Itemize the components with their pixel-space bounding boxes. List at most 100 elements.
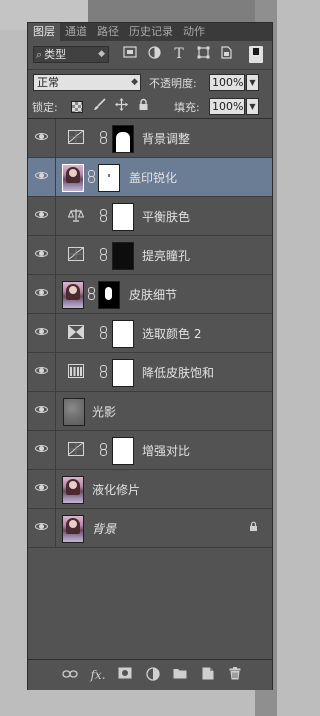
divider: [55, 431, 56, 469]
visibility-eye-icon[interactable]: [35, 482, 49, 494]
visibility-eye-icon[interactable]: [35, 365, 49, 377]
layer-mask-thumbnail[interactable]: [112, 125, 134, 153]
lock-transparent-pixels-icon[interactable]: [71, 101, 83, 113]
curves-adjustment-icon: [68, 442, 84, 458]
new-layer-icon[interactable]: [200, 667, 216, 683]
blend-mode-value: 正常: [37, 76, 59, 89]
layer-mask-thumbnail[interactable]: [98, 164, 120, 192]
tab-history[interactable]: 历史记录: [124, 23, 178, 41]
selective-color-icon: [68, 325, 84, 341]
tab-actions[interactable]: 动作: [178, 23, 210, 41]
visibility-eye-icon[interactable]: [35, 326, 49, 338]
mask-link-icon[interactable]: [98, 443, 107, 457]
shape-filter-icon[interactable]: [195, 46, 211, 62]
layer-name[interactable]: 光影: [92, 403, 116, 420]
layer-style-fx-icon[interactable]: fx.: [90, 667, 106, 683]
lock-all-icon[interactable]: [136, 98, 150, 112]
layer-row[interactable]: 提亮瞳孔: [28, 236, 272, 275]
opacity-field[interactable]: 100%: [209, 74, 245, 91]
filter-kind-select[interactable]: ⌕ 类型 ◆: [33, 46, 109, 63]
layer-row[interactable]: 皮肤细节: [28, 275, 272, 314]
visibility-eye-icon[interactable]: [35, 443, 49, 455]
blend-mode-select[interactable]: 正常 ◆: [33, 74, 141, 91]
visibility-eye-icon[interactable]: [35, 521, 49, 533]
lock-position-icon[interactable]: [114, 98, 128, 112]
layer-mask-thumbnail[interactable]: [112, 359, 134, 387]
fill-dropdown-arrow[interactable]: ▼: [246, 98, 259, 115]
layer-row[interactable]: 增强对比: [28, 431, 272, 470]
visibility-eye-icon[interactable]: [35, 131, 49, 143]
layer-name[interactable]: 盖印锐化: [129, 169, 177, 186]
layer-name[interactable]: 背景调整: [142, 130, 190, 147]
layer-name[interactable]: 液化修片: [92, 481, 140, 498]
layer-row-background[interactable]: 背景: [28, 509, 272, 548]
layer-name[interactable]: 背景: [92, 520, 116, 537]
divider: [55, 353, 56, 391]
chevron-down-icon: ◆: [131, 77, 138, 87]
visibility-eye-icon[interactable]: [35, 248, 49, 260]
layer-name[interactable]: 提亮瞳孔: [142, 247, 190, 264]
layer-row[interactable]: 降低皮肤饱和: [28, 353, 272, 392]
add-mask-icon[interactable]: [117, 667, 133, 683]
visibility-eye-icon[interactable]: [35, 209, 49, 221]
layer-mask-thumbnail[interactable]: [112, 320, 134, 348]
layer-row-selected[interactable]: 盖印锐化: [28, 158, 272, 197]
layer-name[interactable]: 降低皮肤饱和: [142, 364, 214, 381]
color-balance-icon: [67, 208, 85, 224]
layers-panel: 图层 通道 路径 历史记录 动作 ⌕ 类型 ◆ T 正常 ◆ 不透明度: 100…: [27, 22, 273, 690]
tab-paths[interactable]: 路径: [92, 23, 124, 41]
smart-object-filter-icon[interactable]: [218, 46, 234, 62]
lock-label: 锁定:: [32, 101, 58, 114]
tab-channels[interactable]: 通道: [60, 23, 92, 41]
new-group-folder-icon[interactable]: [172, 667, 188, 683]
layer-mask-thumbnail[interactable]: [112, 437, 134, 465]
layer-mask-thumbnail[interactable]: [98, 281, 120, 309]
layer-lock-icon: [249, 521, 258, 535]
layer-name[interactable]: 增强对比: [142, 442, 190, 459]
layer-row[interactable]: 光影: [28, 392, 272, 431]
opacity-dropdown-arrow[interactable]: ▼: [246, 74, 259, 91]
adjustment-filter-icon[interactable]: [146, 46, 162, 62]
layer-mask-thumbnail[interactable]: [112, 203, 134, 231]
divider: [55, 197, 56, 235]
visibility-eye-icon[interactable]: [35, 170, 49, 182]
filter-toggle-switch[interactable]: [249, 46, 263, 63]
opacity-label: 不透明度:: [149, 77, 197, 90]
filter-kind-label: 类型: [44, 48, 67, 61]
layer-gray-thumbnail[interactable]: [63, 398, 85, 426]
visibility-eye-icon[interactable]: [35, 287, 49, 299]
layer-photo-thumbnail[interactable]: [62, 164, 84, 192]
mask-link-icon[interactable]: [98, 131, 107, 145]
type-filter-icon[interactable]: T: [171, 46, 187, 62]
mask-link-icon[interactable]: [98, 326, 107, 340]
delete-layer-trash-icon[interactable]: [227, 667, 243, 683]
mask-link-icon[interactable]: [98, 209, 107, 223]
layer-name[interactable]: 皮肤细节: [129, 286, 177, 303]
layer-row[interactable]: 背景调整: [28, 119, 272, 158]
layer-photo-thumbnail[interactable]: [62, 476, 84, 504]
layer-row[interactable]: 选取颜色 2: [28, 314, 272, 353]
new-adjustment-layer-icon[interactable]: [145, 667, 161, 683]
layer-name[interactable]: 平衡肤色: [142, 208, 190, 225]
layer-photo-thumbnail[interactable]: [62, 515, 84, 543]
layer-row[interactable]: 平衡肤色: [28, 197, 272, 236]
layer-row[interactable]: 液化修片: [28, 470, 272, 509]
layer-mask-thumbnail[interactable]: [112, 242, 134, 270]
lock-image-pixels-icon[interactable]: [92, 98, 106, 112]
mask-link-icon[interactable]: [98, 365, 107, 379]
link-layers-icon[interactable]: [62, 667, 78, 683]
fill-field[interactable]: 100%: [209, 98, 245, 115]
tab-layers[interactable]: 图层: [28, 23, 60, 41]
curves-adjustment-icon: [68, 130, 84, 146]
mask-link-icon[interactable]: [98, 248, 107, 262]
hue-saturation-icon: [68, 364, 84, 380]
divider: [55, 119, 56, 157]
mask-link-icon[interactable]: [86, 170, 95, 184]
divider: [55, 392, 56, 430]
pixel-filter-icon[interactable]: [122, 46, 138, 62]
visibility-eye-icon[interactable]: [35, 404, 49, 416]
blend-row: 正常 ◆ 不透明度: 100% ▼: [28, 69, 272, 94]
mask-link-icon[interactable]: [86, 287, 95, 301]
layer-photo-thumbnail[interactable]: [62, 281, 84, 309]
layer-name[interactable]: 选取颜色 2: [142, 325, 201, 342]
